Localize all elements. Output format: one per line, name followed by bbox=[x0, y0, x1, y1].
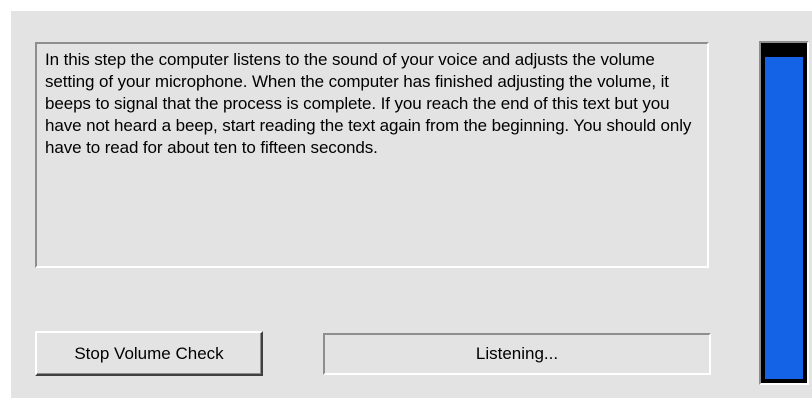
volume-meter-ticks bbox=[761, 58, 807, 369]
instructions-text: In this step the computer listens to the… bbox=[35, 42, 709, 268]
status-field: Listening... bbox=[323, 333, 711, 375]
volume-check-panel: In this step the computer listens to the… bbox=[10, 10, 812, 398]
status-text: Listening... bbox=[475, 344, 559, 363]
volume-level-meter bbox=[759, 41, 809, 385]
stop-volume-check-button[interactable]: Stop Volume Check bbox=[35, 331, 263, 376]
